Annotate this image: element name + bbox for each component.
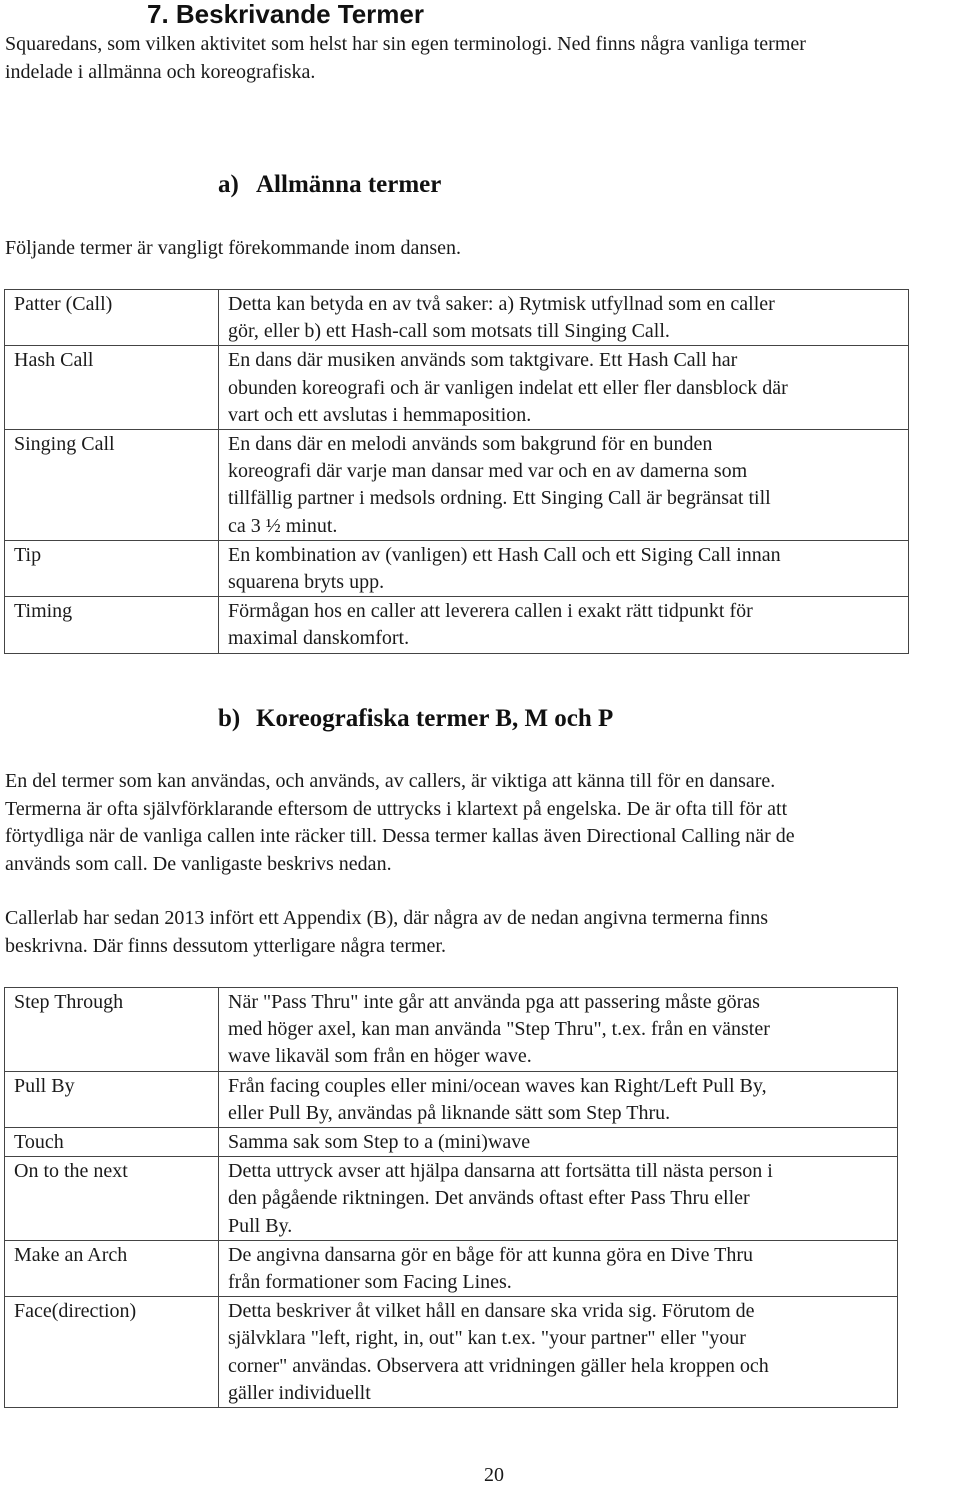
general-lead: Följande termer är vangligt förekommande… (5, 237, 461, 259)
description-line: Detta beskriver åt vilket håll en dansar… (228, 1300, 755, 1323)
description-line: eller Pull By, användas på liknande sätt… (228, 1101, 671, 1124)
description-cell: Detta beskriver åt vilket håll en dansar… (218, 1296, 898, 1409)
choreo-paragraph-1: En del termer som kan användas, och anvä… (5, 768, 795, 878)
description-line: Samma sak som Step to a (mini)wave (228, 1131, 531, 1154)
description-line: När "Pass Thru" inte går att använda pga… (228, 991, 760, 1013)
description-cell: När "Pass Thru" inte går att använda pga… (218, 987, 898, 1072)
term-cell: Patter (Call) (4, 288, 219, 347)
table-row: Step Through När "Pass Thru" inte går att… (4, 987, 898, 1072)
table-row: Patter (Call) Detta kan betyda en av två … (4, 288, 909, 347)
description-line: gör, eller b) ett Hash-call som motsats … (228, 320, 670, 343)
table-row: Singing Call En dans där en melodi använd… (4, 429, 909, 541)
description-line: En kombination av (vanligen) ett Hash Ca… (228, 543, 781, 566)
table-row: Make an Arch De angivna dansarna gör en b… (4, 1239, 898, 1298)
description-line: De angivna dansarna gör en båge för att … (228, 1243, 753, 1266)
general-terms-table: Patter (Call) Detta kan betyda en av två … (4, 288, 909, 654)
description-line: Detta kan betyda en av två saker: a) Ryt… (228, 293, 775, 315)
heading-text: Koreografiska termer B, M och P (256, 705, 614, 732)
description-line: Från facing couples eller mini/ocean wav… (228, 1074, 767, 1097)
intro-paragraph: Squaredans, som vilken aktivitet som hel… (5, 31, 806, 86)
description-line: Förmågan hos en caller att leverera call… (228, 600, 753, 623)
choreo-terms-heading: b) Koreografiska termer B, M och P (218, 702, 613, 736)
choreo-paragraph-2: Callerlab har sedan 2013 infört ett Appe… (5, 905, 768, 960)
description-line: obunden koreografi och är vanligen indel… (228, 376, 788, 399)
description-cell: En dans där musiken används som taktgiva… (218, 345, 909, 431)
intro-line: indelade i allmänna och koreografiska. (5, 60, 316, 83)
heading-number: b) (218, 705, 241, 732)
description-line: ca 3 ½ minut. (228, 514, 338, 537)
description-cell: Från facing couples eller mini/ocean wav… (218, 1070, 898, 1129)
paragraph-line: används som call. De vanligaste beskrivs… (5, 852, 392, 875)
description-line: tillfällig partner i medsols ordning. Et… (228, 487, 771, 510)
general-terms-heading: a) Allmänna termer (218, 168, 441, 202)
description-line: maximal danskomfort. (228, 627, 410, 650)
description-line: med höger axel, kan man använda "Step Th… (228, 1018, 770, 1041)
term-cell: Make an Arch (4, 1239, 219, 1298)
term-cell: Face(direction) (4, 1296, 219, 1409)
term-cell: Step Through (4, 987, 219, 1072)
description-line: självklara "left, right, in, out" kan t.… (228, 1327, 746, 1350)
table-row: Timing Förmågan hos en caller att leverer… (4, 596, 909, 654)
paragraph-line: beskrivna. Där finns dessutom ytterligar… (5, 934, 446, 957)
description-line: från formationer som Facing Lines. (228, 1271, 512, 1294)
term-cell: Timing (4, 596, 219, 654)
description-line: corner" användas. Observera att vridning… (228, 1354, 769, 1377)
description-cell: En dans där en melodi används som bakgru… (218, 429, 909, 541)
paragraph-line: En del termer som kan användas, och anvä… (5, 770, 776, 792)
paragraph-line: Callerlab har sedan 2013 infört ett Appe… (5, 907, 769, 929)
description-line: Detta uttryck avser att hjälpa dansarna … (228, 1160, 773, 1183)
description-line: koreografi där varje man dansar med var … (228, 460, 748, 483)
intro-line: Squaredans, som vilken aktivitet som hel… (5, 33, 806, 55)
description-cell: En kombination av (vanligen) ett Hash Ca… (218, 539, 909, 598)
table-row: Tip En kombination av (vanligen) ett Hash… (4, 539, 909, 598)
description-line: vart och ett avslutas i hemmaposition. (228, 403, 532, 426)
term-cell: Pull By (4, 1070, 219, 1129)
description-cell: De angivna dansarna gör en båge för att … (218, 1239, 898, 1298)
paragraph-line: Termerna är ofta självförklarande efters… (5, 797, 788, 820)
table-row: On to the next Detta uttryck avser att hj… (4, 1156, 898, 1241)
description-line: En dans där en melodi används som bakgru… (228, 433, 713, 456)
paragraph-line: förtydliga när de vanliga callen inte rä… (5, 825, 795, 847)
description-line: squarena bryts upp. (228, 571, 385, 594)
page-number: 20 (484, 1464, 504, 1486)
description-cell: Förmågan hos en caller att leverera call… (218, 596, 909, 654)
term-cell: Hash Call (4, 345, 219, 431)
section-title: 7. Beskrivande Termer (147, 0, 424, 29)
table-row: Pull By Från facing couples eller mini/oc… (4, 1070, 898, 1129)
choreo-terms-table: Step Through När "Pass Thru" inte går att… (4, 987, 898, 1409)
table-row: Face(direction) Detta beskriver åt vilket… (4, 1296, 898, 1409)
description-line: gäller individuellt (228, 1381, 371, 1404)
table-row: Hash Call En dans där musiken används som… (4, 345, 909, 431)
term-cell: Tip (4, 539, 219, 598)
table-row: Touch Samma sak som Step to a (mini)wave (4, 1127, 898, 1158)
heading-number: a) (218, 171, 239, 198)
description-cell: Detta kan betyda en av två saker: a) Ryt… (218, 288, 909, 347)
description-line: wave likaväl som från en höger wave. (228, 1045, 532, 1068)
description-line: En dans där musiken används som taktgiva… (228, 349, 738, 372)
heading-text: Allmänna termer (256, 171, 442, 198)
description-cell: Detta uttryck avser att hjälpa dansarna … (218, 1156, 898, 1241)
description-line: Pull By. (228, 1214, 293, 1237)
term-cell: Touch (4, 1127, 219, 1158)
description-line: den pågående riktningen. Det används oft… (228, 1187, 750, 1210)
term-cell: On to the next (4, 1156, 219, 1241)
term-cell: Singing Call (4, 429, 219, 541)
description-cell: Samma sak som Step to a (mini)wave (218, 1127, 898, 1158)
